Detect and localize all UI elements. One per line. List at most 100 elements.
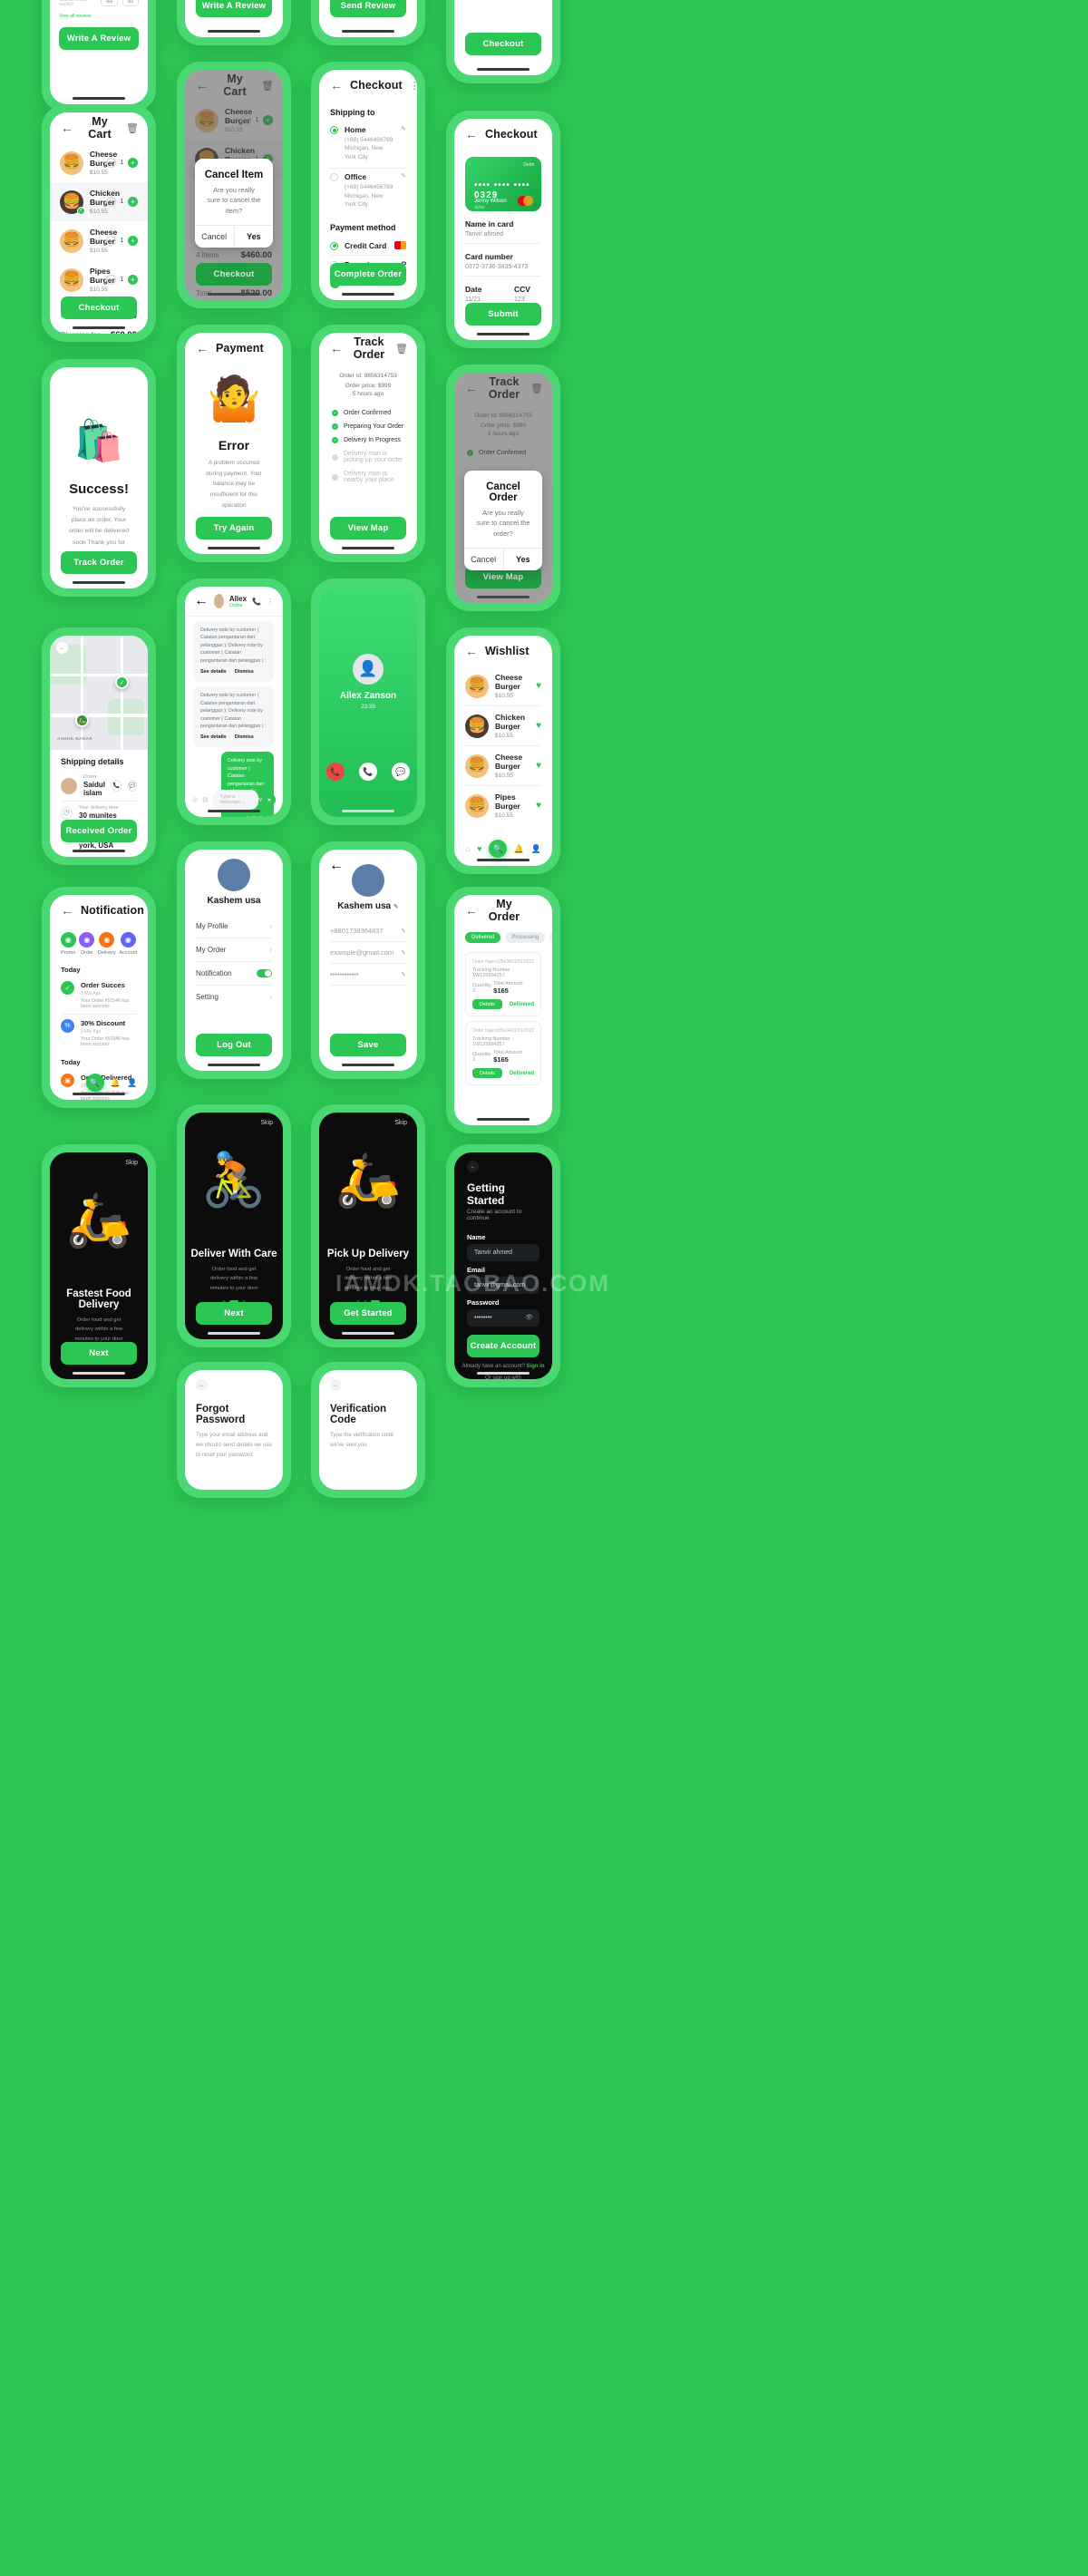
nav-search-fab[interactable]: 🔍 <box>85 1074 104 1092</box>
radio-unselected-icon[interactable] <box>330 173 338 182</box>
nav-notifications-icon[interactable]: 🔔 <box>111 1078 121 1088</box>
email-input[interactable]: tanvir@gmail.com <box>467 1277 539 1294</box>
back-arrow-icon[interactable]: ← <box>467 1161 479 1172</box>
decrease-qty-button[interactable]: − <box>106 158 116 168</box>
nav-home-icon[interactable]: ⌂ <box>465 844 470 853</box>
camera-icon[interactable]: ◎ <box>192 796 198 803</box>
try-again-button[interactable]: Try Again <box>196 517 272 540</box>
edit-icon[interactable]: ✎ <box>401 949 406 957</box>
nav-home-icon[interactable]: ⌂ <box>61 1078 65 1087</box>
heart-icon[interactable]: ♥ <box>536 721 541 731</box>
checkout-button[interactable]: Checkout <box>465 33 541 55</box>
radio-selected-icon[interactable] <box>330 241 338 250</box>
trash-icon[interactable]: 🗑 <box>261 80 274 92</box>
cart-item[interactable]: 🍔✓ Chicken Burger $10.55 − 1 + <box>50 182 148 221</box>
skip-button[interactable]: Skip <box>394 1120 407 1126</box>
decrease-qty-button[interactable]: − <box>106 236 116 246</box>
tab-cancelled[interactable]: Cancelled <box>549 932 552 943</box>
write-review-button[interactable]: Write A Review <box>196 0 272 17</box>
cart-item[interactable]: 🍔 Cheese Burger $10.55 − 1 + <box>185 101 283 140</box>
notification-category[interactable]: ◉ Delivery <box>98 932 116 956</box>
trash-icon[interactable]: 🗑 <box>530 383 543 394</box>
profile-row-setting[interactable]: Setting › <box>185 986 283 1008</box>
back-arrow-icon[interactable]: ← <box>329 858 344 874</box>
card-number-value[interactable]: 0372-3736-3835-4373 <box>454 264 552 276</box>
notification-toggle[interactable] <box>257 969 272 977</box>
nav-search-fab[interactable]: 🔍 <box>489 840 508 858</box>
increase-qty-button[interactable]: + <box>263 115 273 125</box>
heart-icon[interactable]: ♥ <box>536 681 541 691</box>
dismiss-link[interactable]: Dismiss <box>235 734 254 742</box>
send-review-button[interactable]: Send Review <box>330 0 406 17</box>
skip-button[interactable]: Skip <box>125 1160 138 1166</box>
cart-item[interactable]: 🍔 Cheese Burger $10.55 − 1 + <box>50 143 148 182</box>
wishlist-item[interactable]: 🍔 Chicken Burger $10.55 ♥ <box>454 706 552 745</box>
dialog-cancel-button[interactable]: Cancel <box>464 548 504 570</box>
field-phone[interactable]: +8801738364837 ✎ <box>319 920 417 941</box>
address-option-office[interactable]: Office (+88) 5446456789 Michigan, New Yor… <box>319 169 417 215</box>
increase-qty-button[interactable]: + <box>128 197 138 207</box>
map-view[interactable]: ← ✓ 🛵 ASHOK NAGAR <box>50 636 148 750</box>
back-arrow-icon[interactable]: ← <box>465 645 478 657</box>
cart-item[interactable]: 🍔 Pipes Burger $10.55 − 1 + <box>50 260 148 299</box>
profile-row-my-profile[interactable]: My Profile › <box>185 915 283 938</box>
edit-icon[interactable]: ✎ <box>393 904 399 910</box>
decrease-qty-button[interactable]: − <box>106 275 116 285</box>
tab-processing[interactable]: Processing <box>505 932 546 943</box>
edit-icon[interactable]: ✎ <box>401 172 406 180</box>
notification-category[interactable]: ◉ Order <box>79 932 95 956</box>
back-arrow-icon[interactable]: ← <box>330 342 343 355</box>
notification-category[interactable]: ◉ Account <box>119 932 137 956</box>
trash-icon[interactable]: 🗑 <box>395 343 408 355</box>
field-email[interactable]: example@gmail.com ✎ <box>319 942 417 963</box>
back-arrow-icon[interactable]: ← <box>465 904 478 917</box>
nav-profile-icon[interactable]: 👤 <box>127 1078 137 1088</box>
review-yes-button[interactable]: Yes <box>100 0 119 6</box>
more-options-icon[interactable]: ⋮ <box>410 80 417 92</box>
next-button[interactable]: Next <box>61 1342 137 1365</box>
nav-favorites-icon[interactable]: ♡ <box>72 1078 79 1088</box>
eye-icon[interactable]: 👁 <box>525 1314 533 1321</box>
skip-button[interactable]: Skip <box>260 1120 273 1126</box>
radio-selected-icon[interactable] <box>330 126 338 134</box>
increase-qty-button[interactable]: + <box>128 236 138 246</box>
back-arrow-icon[interactable]: ← <box>56 642 68 654</box>
field-password[interactable]: •••••••••••• ✎ <box>319 964 417 985</box>
sign-in-link[interactable]: Sign in <box>527 1364 545 1369</box>
complete-order-button[interactable]: Complete Order <box>330 263 406 286</box>
profile-row-my-order[interactable]: My Order › <box>185 938 283 961</box>
back-arrow-icon[interactable]: ← <box>196 79 209 92</box>
details-button[interactable]: Details <box>472 999 502 1009</box>
checkout-button[interactable]: Checkout <box>196 263 272 286</box>
view-all-reviews-link[interactable]: View all reviews <box>59 14 139 19</box>
view-map-button[interactable]: View Map <box>330 517 406 540</box>
edit-icon[interactable]: ✎ <box>401 928 406 935</box>
end-call-button[interactable]: 📞 <box>326 763 345 781</box>
chat-input[interactable]: Type a message... <box>212 790 258 810</box>
cart-item[interactable]: 🍔 Cheese Burger $10.55 − 1 + <box>50 221 148 260</box>
back-arrow-icon[interactable]: ← <box>465 382 478 394</box>
heart-icon[interactable]: ♥ <box>536 761 541 771</box>
audio-call-button[interactable]: 📞 <box>359 763 377 781</box>
checkout-button[interactable]: Checkout <box>61 296 137 319</box>
nav-favorites-icon[interactable]: ♥ <box>477 844 481 853</box>
message-button[interactable]: 💬 <box>392 763 410 781</box>
back-arrow-icon[interactable]: ← <box>61 904 73 917</box>
back-arrow-icon[interactable]: ← <box>465 128 478 141</box>
decrease-qty-button[interactable]: − <box>106 197 116 207</box>
review-no-button[interactable]: No <box>122 0 139 6</box>
nav-notifications-icon[interactable]: 🔔 <box>514 844 524 854</box>
submit-button[interactable]: Submit <box>465 303 541 326</box>
nav-profile-icon[interactable]: 👤 <box>531 844 541 854</box>
track-order-button[interactable]: Track Order <box>61 551 137 574</box>
notification-item[interactable]: ✓ Order Succes 3 Min Ago Your Order #515… <box>50 977 148 1014</box>
name-input[interactable]: Tanvir ahmed <box>467 1244 539 1261</box>
address-option-home[interactable]: Home (+88) 5446456789 Michigan, New York … <box>319 122 417 168</box>
order-card[interactable]: Order Ngers1f5e34 01/01/2022 Tracking Num… <box>465 952 541 1016</box>
see-details-link[interactable]: See details <box>200 734 227 742</box>
name-value[interactable]: Tanvir ahmed <box>454 231 552 243</box>
edit-icon[interactable]: ✎ <box>401 971 406 978</box>
back-arrow-icon[interactable]: ← <box>196 342 209 355</box>
edit-icon[interactable]: ✎ <box>401 125 406 132</box>
send-button[interactable]: ➤ <box>263 793 276 806</box>
